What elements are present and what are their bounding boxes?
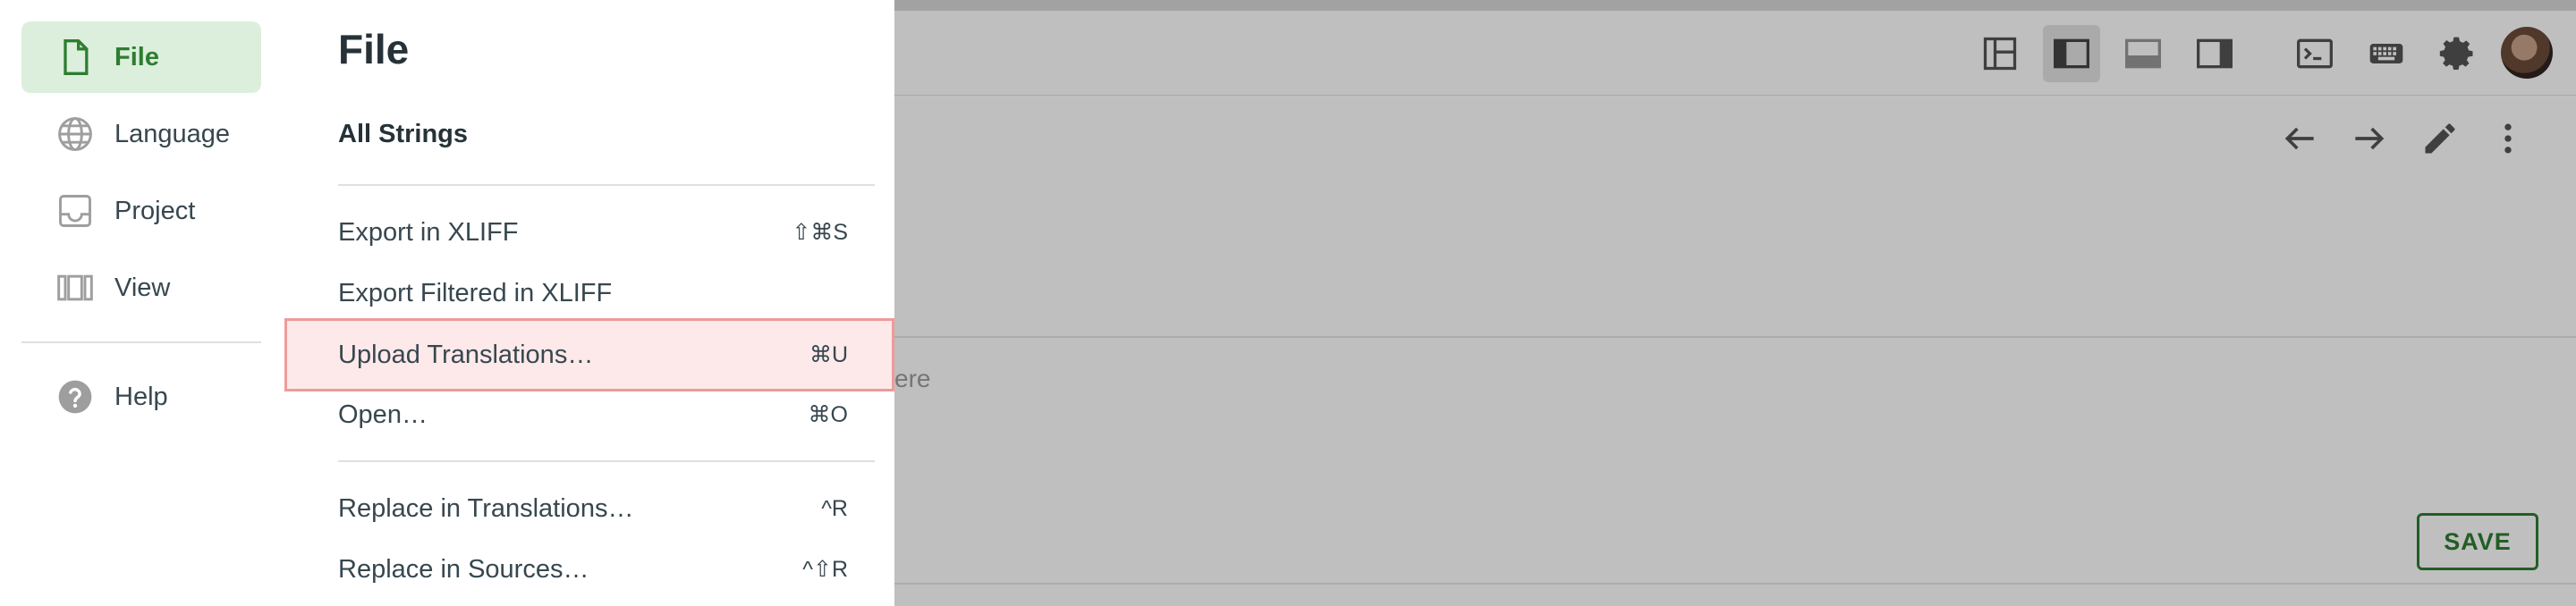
menu-divider <box>338 460 875 462</box>
menu-item-shortcut: ⌘U <box>809 342 848 367</box>
menu-item-replace-translations[interactable]: Replace in Translations… ^R <box>284 479 894 538</box>
menu-item-replace-sources[interactable]: Replace in Sources… ^⇧R <box>284 540 894 599</box>
inbox-icon <box>54 189 97 232</box>
menu-item-upload-translations[interactable]: Upload Translations… ⌘U <box>284 318 894 391</box>
menu-item-export-filtered-xliff[interactable]: Export Filtered in XLIFF <box>284 264 894 323</box>
sidebar-item-label: View <box>114 273 171 302</box>
menu-item-export-xliff[interactable]: Export in XLIFF ⇧⌘S <box>284 203 894 262</box>
globe-icon <box>54 113 97 156</box>
menu-item-shortcut: ⇧⌘S <box>792 220 848 245</box>
menu-title: File <box>338 26 410 72</box>
menu-item-open[interactable]: Open… ⌘O <box>284 385 894 444</box>
menu-item-label: Open… <box>338 400 428 429</box>
file-menu-drawer: File All Strings Export in XLIFF ⇧⌘S Exp… <box>284 0 894 606</box>
sidebar-divider <box>21 341 261 343</box>
file-icon <box>54 36 97 79</box>
sidebar-item-file[interactable]: File <box>21 21 261 93</box>
menu-item-label: Export Filtered in XLIFF <box>338 278 613 307</box>
sidebar-item-label: Language <box>114 119 231 148</box>
sidebar-item-label: Help <box>114 382 168 411</box>
menu-item-shortcut: ^R <box>821 495 848 521</box>
menu-item-label: Replace in Sources… <box>338 554 589 584</box>
menu-item-label: Export in XLIFF <box>338 217 519 247</box>
sidebar-item-language[interactable]: Language <box>21 98 261 170</box>
menu-item-shortcut: ^⇧R <box>802 557 848 582</box>
sidebar-item-view[interactable]: View <box>21 252 261 324</box>
help-icon <box>54 375 97 418</box>
menu-item-label: Replace in Translations… <box>338 493 634 523</box>
sidebar-item-project[interactable]: Project <box>21 175 261 247</box>
sidebar-item-label: Project <box>114 196 196 225</box>
menu-item-label: Upload Translations… <box>338 340 594 369</box>
menu-item-shortcut: ⌘O <box>808 402 848 427</box>
nav-sidebar: File Language Project View Help <box>0 0 285 606</box>
sidebar-item-label: File <box>114 42 159 72</box>
sidebar-item-help[interactable]: Help <box>21 361 261 433</box>
view-columns-icon <box>54 266 97 309</box>
menu-divider <box>338 184 875 186</box>
menu-item-all-strings[interactable]: All Strings <box>338 120 468 149</box>
